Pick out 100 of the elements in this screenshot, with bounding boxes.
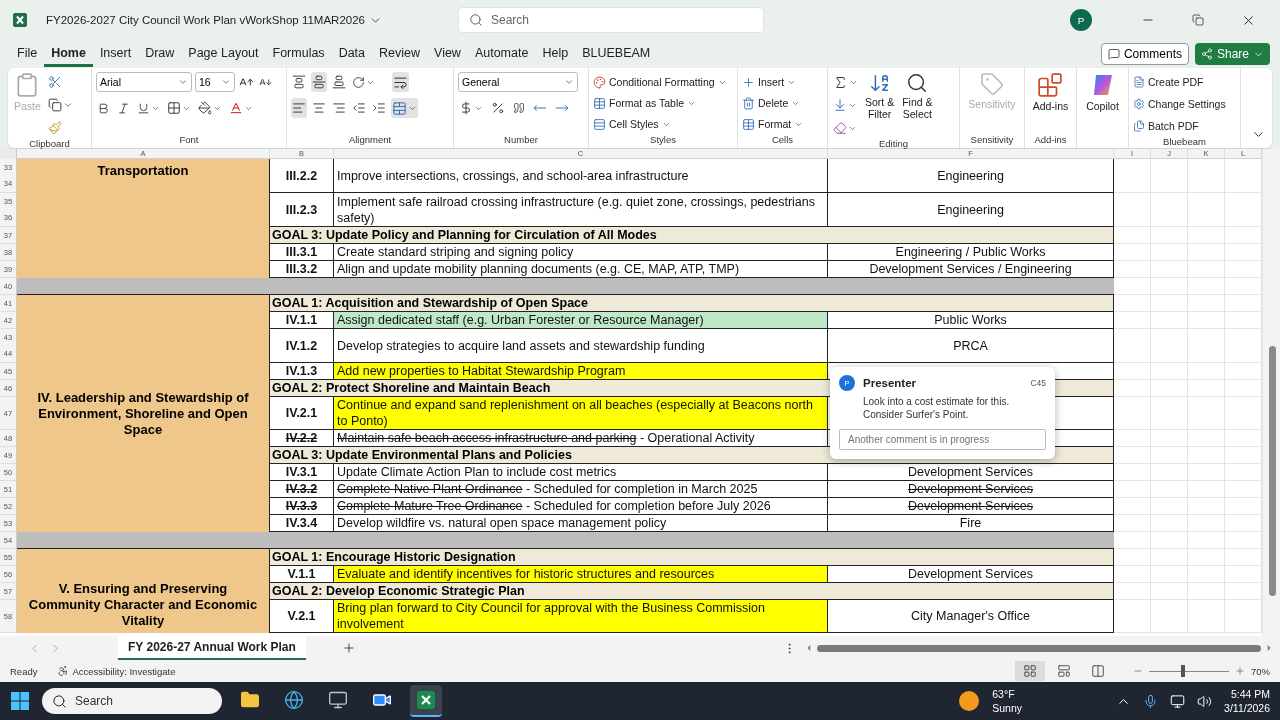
- share-button[interactable]: Share: [1194, 43, 1270, 65]
- menu-tab[interactable]: Formulas: [265, 41, 332, 67]
- menu-tab[interactable]: Insert: [92, 41, 139, 67]
- zoom-thumb[interactable]: [1180, 665, 1185, 677]
- microphone-icon[interactable]: [1143, 693, 1159, 709]
- document-icon: [1133, 76, 1145, 88]
- view-button[interactable]: [1015, 661, 1045, 681]
- start-icon[interactable]: [10, 691, 30, 711]
- goal-heading: GOAL 3: Update Policy and Planning for Circulation of All Modes: [270, 227, 1114, 244]
- sort-filter-button[interactable]: Sort & Filter: [863, 72, 897, 138]
- caret-icon: [178, 77, 188, 87]
- task-number-cell: IV.1.1: [270, 312, 334, 329]
- goal-heading: GOAL 1: Encourage Historic Designation: [270, 549, 1114, 566]
- taskbar-search-field[interactable]: Search: [42, 688, 222, 714]
- align-middle-icon: [312, 75, 326, 89]
- goal-heading: GOAL 2: Develop Economic Strategic Plan: [270, 583, 1114, 600]
- group-label: Editing: [877, 138, 910, 149]
- department-cell: Engineering: [828, 193, 1114, 227]
- add-sheet-icon[interactable]: [341, 641, 356, 655]
- align-middle-button[interactable]: [311, 72, 327, 92]
- find-select-button[interactable]: Find & Select: [900, 72, 935, 138]
- menu-tab[interactable]: View: [427, 41, 468, 67]
- number-format-field[interactable]: General: [458, 72, 578, 92]
- network-icon[interactable]: [1170, 693, 1186, 709]
- weather-condition: Sunny: [992, 701, 1023, 715]
- comments-button[interactable]: Comments: [1100, 43, 1189, 65]
- sheet-tab[interactable]: FY 2026-27 Annual Work Plan: [118, 636, 306, 660]
- page-layout-icon: [1057, 664, 1071, 678]
- department-cell: Public Works: [828, 312, 1114, 329]
- speech-bubble-icon: [1107, 48, 1120, 60]
- task-cell: Complete Native Plant Ordinance - Scheduled for completion in March 2025: [334, 481, 828, 498]
- sort-icon: [868, 72, 891, 94]
- bluebeam-button[interactable]: Batch PDF: [1133, 116, 1226, 136]
- department-cell: Development Services: [828, 464, 1114, 481]
- search-field[interactable]: Search: [458, 7, 764, 33]
- monitor-icon: [328, 690, 348, 710]
- volume-icon[interactable]: [1197, 693, 1213, 709]
- eraser-icon: [833, 121, 847, 135]
- menu-tab[interactable]: Help: [535, 41, 576, 67]
- menu-tab[interactable]: File: [10, 41, 45, 67]
- scroll-thumb[interactable]: [1269, 346, 1276, 596]
- wrap-text-button[interactable]: [392, 72, 409, 92]
- task-number-cell: IV.3.2: [270, 481, 334, 498]
- task-cell: Improve intersections, crossings, and school-area infrastructure: [334, 159, 828, 193]
- vertical-scrollbar[interactable]: [1262, 149, 1280, 636]
- task-cell: Develop strategies to acquire land assets and stewardship funding: [334, 329, 828, 363]
- task-number-cell: IV.3.4: [270, 515, 334, 532]
- scroll-left-icon[interactable]: [804, 643, 814, 653]
- merge-cells-icon: [392, 100, 407, 116]
- comment-text: Look into a cost estimate for this. Consider Surfer's Point.: [863, 395, 1011, 421]
- menu-tab[interactable]: Page Layout: [181, 41, 266, 67]
- add-ins-button[interactable]: Add-ins: [1030, 72, 1071, 134]
- user-avatar[interactable]: P: [1070, 9, 1092, 31]
- copy-icon: [47, 98, 62, 112]
- menu-tab[interactable]: Data: [331, 41, 373, 67]
- font-color-icon: [229, 101, 243, 115]
- menu-tab[interactable]: BLUEBEAM: [575, 41, 658, 67]
- search-icon: [52, 693, 67, 709]
- font-name-field[interactable]: Arial: [96, 72, 192, 92]
- bluebeam-button[interactable]: Create PDF: [1133, 72, 1226, 92]
- taskbar-app-button[interactable]: [410, 685, 442, 717]
- caret-icon: [564, 77, 574, 87]
- focus-area-cell: Transportation: [17, 159, 270, 278]
- comma-icon: [513, 102, 525, 114]
- scroll-right-icon[interactable]: [1264, 643, 1274, 653]
- task-number-cell: III.2.2: [270, 159, 334, 193]
- department-cell: Development Services / Engineering: [828, 261, 1114, 278]
- styles-menu-button[interactable]: Format as Table: [593, 93, 727, 113]
- table-icon: [593, 96, 606, 110]
- bold-icon: [97, 101, 110, 115]
- italic-icon: [117, 101, 130, 115]
- menu-tab[interactable]: Review: [372, 41, 428, 67]
- paintbrush-icon: [47, 121, 62, 135]
- underline-icon: [137, 101, 150, 115]
- styles-menu-button[interactable]: Conditional Formatting: [593, 72, 727, 92]
- font-size-field[interactable]: 16: [195, 72, 235, 92]
- restore-icon: [1192, 14, 1204, 26]
- focus-area-cell: IV. Leadership and Stewardship of Environment, Shoreline and Open Space: [17, 295, 270, 532]
- align-left-icon: [292, 101, 306, 115]
- cells-menu-button[interactable]: Format: [742, 114, 804, 134]
- status-ready: Ready: [10, 665, 38, 677]
- horizontal-scroll-thumb[interactable]: [817, 644, 1261, 652]
- menu-tab[interactable]: Draw: [138, 41, 182, 67]
- align-left-button[interactable]: [291, 98, 307, 118]
- styles-menu-button[interactable]: Cell Styles: [593, 114, 727, 134]
- zoom-percent[interactable]: 70%: [1251, 665, 1270, 677]
- wrap-text-icon: [393, 74, 408, 90]
- reply-field[interactable]: Another comment is in progress: [839, 429, 1046, 450]
- task-number-cell: IV.1.2: [270, 329, 334, 363]
- zoom-in-icon[interactable]: [1235, 666, 1245, 676]
- merge-cells-button[interactable]: [391, 98, 418, 118]
- cells-menu-button[interactable]: Insert: [742, 72, 804, 92]
- comment-cell-reference: C45: [1030, 378, 1046, 388]
- bluebeam-button[interactable]: Change Settings: [1133, 94, 1226, 114]
- accessibility-status[interactable]: Accessibility: Investigate: [72, 665, 176, 677]
- task-cell: Align and update mobility planning documents (e.g. CE, MAP, ATP, TMP): [334, 261, 828, 278]
- copilot-button[interactable]: Copilot: [1084, 72, 1121, 134]
- cells-menu-button[interactable]: Delete: [742, 93, 804, 113]
- group-label: Alignment: [347, 134, 393, 147]
- menu-tab[interactable]: Automate: [467, 41, 536, 67]
